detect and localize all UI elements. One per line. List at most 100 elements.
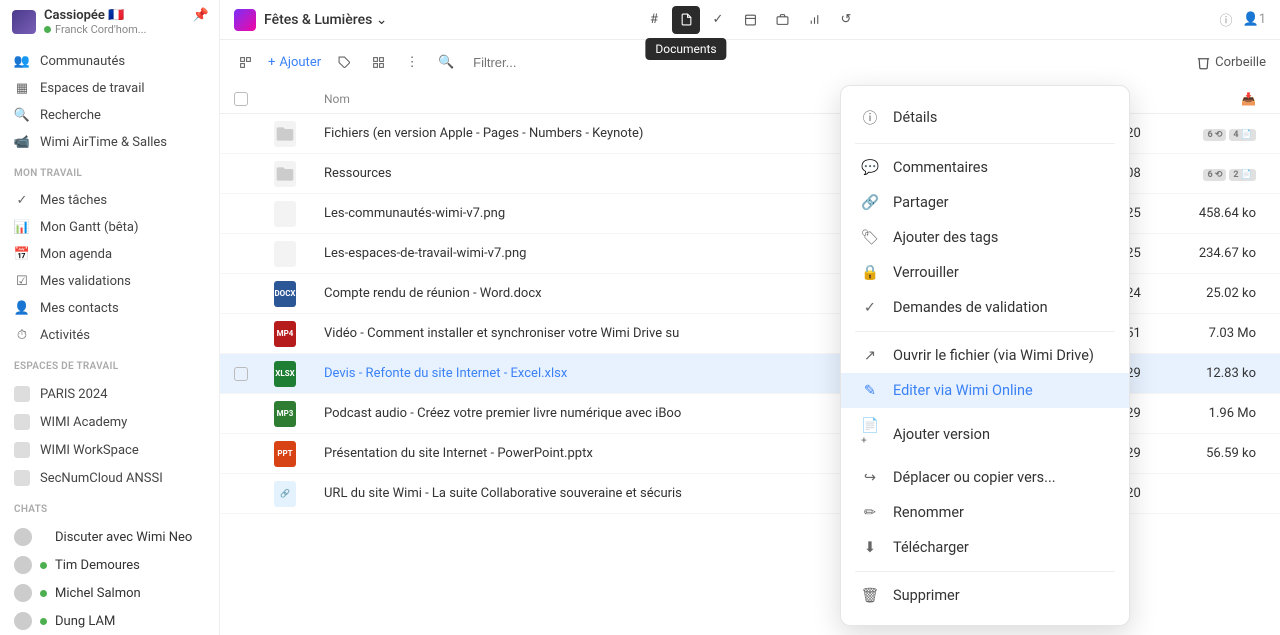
presence-dot-icon [40, 562, 47, 569]
download-icon: ⬇ [861, 539, 879, 556]
space-item[interactable]: WIMI WorkSpace [0, 436, 219, 464]
ctx-edit[interactable]: ✎Editer via Wimi Online [841, 373, 1129, 408]
current-workspace[interactable]: Fêtes & Lumières ⌄ [264, 12, 388, 28]
chats-heading: CHATS [0, 496, 219, 519]
file-size: 25.02 ko [1176, 286, 1266, 301]
chat-avatar-icon [14, 528, 32, 546]
topbar: Fêtes & Lumières ⌄ # Documents ✓ ↺ ⓘ 👤1 [220, 0, 1280, 40]
space-item[interactable]: PARIS 2024 [0, 380, 219, 408]
work-label: Mon Gantt (bêta) [40, 220, 139, 235]
more-icon[interactable]: ⋮ [401, 51, 423, 73]
toolbar: + Ajouter ⋮ 🔍 Corbeille [220, 40, 1280, 84]
members-count[interactable]: 👤1 [1243, 12, 1267, 27]
nav-history-icon[interactable]: ↺ [832, 6, 860, 34]
work-gantt[interactable]: 📊Mon Gantt (bêta) [0, 214, 219, 241]
space-icon [14, 414, 30, 430]
file-size: 7.03 Mo [1176, 326, 1266, 341]
file-type-icon [274, 121, 296, 147]
work-contacts[interactable]: 👤Mes contacts [0, 295, 219, 322]
work-label: Activités [40, 328, 90, 343]
work-label: Mes validations [40, 274, 131, 289]
badge: 6 ⟲ [1203, 129, 1226, 141]
ctx-addver[interactable]: 📄⁺Ajouter version [841, 408, 1129, 460]
ctx-comment[interactable]: 💬Commentaires [841, 150, 1129, 185]
video-icon: 📹 [14, 135, 30, 150]
workspace-badge-icon [234, 9, 256, 31]
ctx-move[interactable]: ↪Déplacer ou copier vers... [841, 460, 1129, 495]
select-all-checkbox[interactable] [234, 92, 248, 106]
nav-video[interactable]: 📹 Wimi AirTime & Salles [0, 129, 219, 156]
nav-section: 👥Communautés▦Espaces de travail🔍Recherch… [0, 44, 219, 160]
ctx-rename[interactable]: ✏Renommer [841, 495, 1129, 530]
row-checkbox[interactable] [234, 367, 248, 381]
chat-avatar-icon [14, 584, 32, 602]
ctx-info[interactable]: ⓘDétails [841, 98, 1129, 137]
space-item[interactable]: SecNumCloud ANSSI [0, 464, 219, 492]
space-label: WIMI WorkSpace [40, 443, 139, 458]
file-size: 12.83 ko [1176, 366, 1266, 381]
tree-icon[interactable] [234, 51, 256, 73]
ctx-download[interactable]: ⬇Télécharger [841, 530, 1129, 565]
nav-channels-icon[interactable]: # [640, 6, 668, 34]
nav-calendar-icon[interactable] [736, 6, 764, 34]
calendar-icon: 📅 [14, 247, 30, 262]
pin-icon[interactable]: 📌 [193, 8, 209, 23]
space-item[interactable]: WIMI Academy [0, 408, 219, 436]
ctx-trash[interactable]: 🗑Supprimer [841, 578, 1129, 613]
work-validate[interactable]: ☑Mes validations [0, 268, 219, 295]
work-label: Mes tâches [40, 193, 107, 208]
filter-input[interactable] [473, 55, 649, 70]
work-calendar[interactable]: 📅Mon agenda [0, 241, 219, 268]
size-col-icon: 📥 [1241, 92, 1256, 106]
grid-view-icon[interactable] [367, 51, 389, 73]
sidebar-header[interactable]: Cassiopée 🇫🇷 Franck Cord'hom... 📌 [0, 0, 219, 44]
spaces-section: PARIS 2024 WIMI Academy WIMI WorkSpace SecN… [0, 376, 219, 496]
chat-item[interactable]: Discuter avec Wimi Neo [0, 523, 219, 551]
workspace-avatar [12, 10, 36, 34]
ctx-share[interactable]: 🔗Partager [841, 185, 1129, 220]
separator [855, 143, 1115, 144]
nav-label: Wimi AirTime & Salles [40, 135, 167, 150]
info-icon[interactable]: ⓘ [1219, 10, 1232, 29]
search-icon: 🔍 [435, 51, 457, 73]
work-section: ✓Mes tâches📊Mon Gantt (bêta)📅Mon agenda☑… [0, 183, 219, 353]
nav-grid[interactable]: ▦Espaces de travail [0, 75, 219, 102]
chat-item[interactable]: Tim Demoures [0, 551, 219, 579]
ctx-label: Détails [893, 109, 937, 126]
nav-community[interactable]: 👥Communautés [0, 48, 219, 75]
presence-dot-icon [40, 618, 47, 625]
ctx-open[interactable]: ↗Ouvrir le fichier (via Wimi Drive) [841, 338, 1129, 373]
add-button[interactable]: + Ajouter [268, 55, 321, 70]
trash-button[interactable]: Corbeille [1196, 55, 1266, 70]
ctx-label: Partager [893, 194, 949, 211]
ctx-tag[interactable]: 🏷Ajouter des tags [841, 220, 1129, 255]
chat-label: Tim Demoures [55, 558, 140, 573]
validate-icon: ✓ [861, 299, 879, 316]
chat-item[interactable]: Dung LAM [0, 607, 219, 635]
nav-search[interactable]: 🔍Recherche [0, 102, 219, 129]
file-type-icon: 🔗 [274, 481, 296, 507]
ctx-label: Déplacer ou copier vers... [893, 469, 1056, 486]
nav-briefcase-icon[interactable] [768, 6, 796, 34]
ctx-lock[interactable]: 🔒Verrouiller [841, 255, 1129, 290]
ctx-label: Demandes de validation [893, 299, 1048, 316]
chat-label: Dung LAM [55, 614, 115, 629]
nav-documents-icon[interactable]: Documents [672, 6, 700, 34]
addver-icon: 📄⁺ [861, 417, 879, 451]
user-name: Franck Cord'hom... [55, 23, 146, 36]
work-activity[interactable]: ⏱Activités [0, 322, 219, 349]
nav-chart-icon[interactable] [800, 6, 828, 34]
comment-icon: 💬 [861, 159, 879, 176]
badge: 6 ⟲ [1203, 169, 1226, 181]
spaces-heading: ESPACES DE TRAVAIL [0, 353, 219, 376]
file-type-icon: PPT [274, 441, 296, 467]
chat-item[interactable]: Michel Salmon [0, 579, 219, 607]
lock-icon: 🔒 [861, 264, 879, 281]
space-label: WIMI Academy [40, 415, 127, 430]
work-check[interactable]: ✓Mes tâches [0, 187, 219, 214]
ctx-label: Editer via Wimi Online [893, 382, 1033, 399]
tag-icon[interactable] [333, 51, 355, 73]
presence-dot-icon [40, 590, 47, 597]
nav-tasks-icon[interactable]: ✓ [704, 6, 732, 34]
ctx-validate[interactable]: ✓ Demandes de validation [841, 290, 1129, 325]
